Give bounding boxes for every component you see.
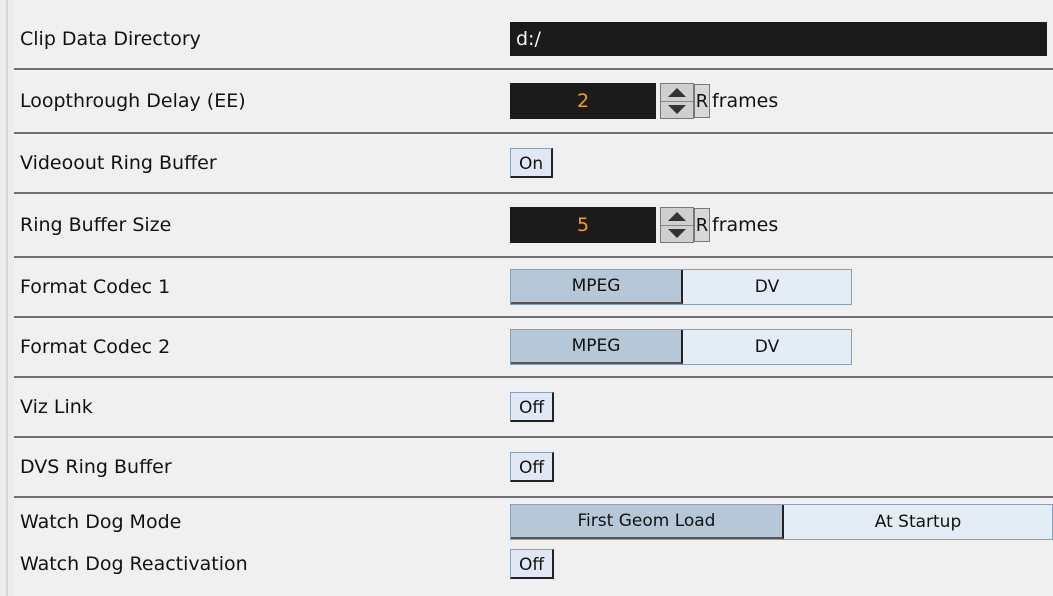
videoout-ring-buffer-control: On [510, 148, 554, 178]
arrow-down-icon [668, 105, 686, 115]
spin-up-button[interactable] [661, 84, 693, 101]
format-codec-1-selector: MPEG DV [510, 269, 852, 305]
watch-dog-mode-control: First Geom Load At Startup [510, 504, 1053, 540]
arrow-up-icon [668, 211, 686, 221]
clip-data-directory-control: d:/ [510, 22, 1047, 56]
row-format-codec-1: Format Codec 1 MPEG DV [14, 258, 1053, 318]
row-dvs-ring-buffer: DVS Ring Buffer Off [14, 438, 1053, 498]
format-codec-1-control: MPEG DV [510, 269, 852, 305]
loopthrough-delay-input[interactable]: 2 [510, 83, 656, 119]
row-ring-buffer-size: Ring Buffer Size 5 R frames [14, 194, 1053, 258]
spin-up-button[interactable] [661, 208, 693, 225]
clip-data-directory-input[interactable]: d:/ [510, 22, 1047, 56]
format-codec-2-selector: MPEG DV [510, 329, 852, 365]
row-format-codec-2: Format Codec 2 MPEG DV [14, 318, 1053, 378]
videoout-ring-buffer-label: Videoout Ring Buffer [20, 152, 217, 174]
format-codec-1-option-dv[interactable]: DV [683, 270, 851, 304]
format-codec-2-control: MPEG DV [510, 329, 852, 365]
viz-link-toggle[interactable]: Off [510, 392, 555, 422]
ring-buffer-size-input[interactable]: 5 [510, 207, 656, 243]
format-codec-1-option-mpeg[interactable]: MPEG [511, 270, 683, 304]
ring-buffer-size-label: Ring Buffer Size [20, 214, 172, 236]
loopthrough-delay-reset-button[interactable]: R [694, 84, 710, 118]
dvs-ring-buffer-control: Off [510, 452, 555, 482]
row-clip-data-directory: Clip Data Directory d:/ [14, 10, 1053, 70]
format-codec-1-label: Format Codec 1 [20, 276, 171, 298]
watch-dog-reactivation-control: Off [510, 549, 555, 579]
dvs-ring-buffer-toggle[interactable]: Off [510, 452, 555, 482]
watch-dog-mode-label: Watch Dog Mode [20, 511, 182, 533]
format-codec-2-option-mpeg[interactable]: MPEG [511, 330, 683, 364]
format-codec-2-label: Format Codec 2 [20, 336, 171, 358]
loopthrough-delay-unit: frames [712, 90, 779, 112]
ring-buffer-size-unit: frames [712, 214, 779, 236]
row-loopthrough-delay: Loopthrough Delay (EE) 2 R frames [14, 70, 1053, 134]
row-watch-dog-reactivation: Watch Dog Reactivation Off [14, 544, 1053, 584]
videoout-ring-buffer-toggle[interactable]: On [510, 148, 554, 178]
spin-down-button[interactable] [661, 100, 693, 119]
arrow-down-icon [668, 229, 686, 239]
row-videoout-ring-buffer: Videoout Ring Buffer On [14, 134, 1053, 194]
watch-dog-mode-selector: First Geom Load At Startup [510, 504, 1053, 540]
watch-dog-reactivation-toggle[interactable]: Off [510, 549, 555, 579]
ring-buffer-size-spinner[interactable] [660, 207, 694, 243]
format-codec-2-option-dv[interactable]: DV [683, 330, 851, 364]
watch-dog-mode-option-at-startup[interactable]: At Startup [784, 505, 1052, 539]
arrow-up-icon [668, 87, 686, 97]
left-edge-bar [0, 0, 15, 596]
dvs-ring-buffer-label: DVS Ring Buffer [20, 456, 172, 478]
loopthrough-delay-label: Loopthrough Delay (EE) [20, 90, 246, 112]
row-watch-dog-mode: Watch Dog Mode First Geom Load At Startu… [14, 500, 1053, 544]
watch-dog-mode-option-first-geom-load[interactable]: First Geom Load [511, 505, 784, 539]
viz-link-control: Off [510, 392, 555, 422]
watch-dog-reactivation-label: Watch Dog Reactivation [20, 553, 248, 575]
ring-buffer-size-reset-button[interactable]: R [694, 208, 710, 242]
settings-panel: Clip Data Directory d:/ Loopthrough Dela… [14, 0, 1053, 596]
ring-buffer-size-control: 5 R frames [510, 207, 778, 243]
viz-link-label: Viz Link [20, 396, 93, 418]
row-viz-link: Viz Link Off [14, 378, 1053, 438]
spin-down-button[interactable] [661, 224, 693, 243]
clip-data-directory-label: Clip Data Directory [20, 28, 201, 50]
loopthrough-delay-spinner[interactable] [660, 83, 694, 119]
loopthrough-delay-control: 2 R frames [510, 83, 778, 119]
